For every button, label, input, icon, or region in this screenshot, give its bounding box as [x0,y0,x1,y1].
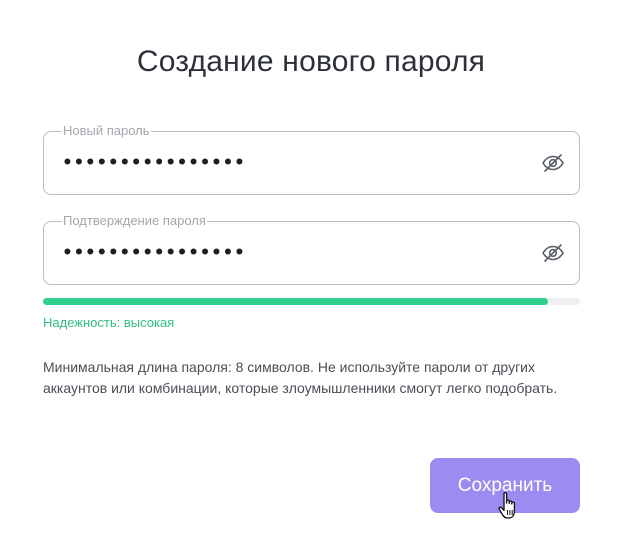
password-strength-text: Надежность: высокая [43,315,175,330]
eye-off-icon[interactable] [541,151,565,175]
page-title: Создание нового пароля [136,45,486,78]
password-strength-fill [43,298,548,305]
create-password-page: Создание нового пароля Новый пароль ••••… [0,0,622,556]
confirm-password-field[interactable]: Подтверждение пароля •••••••••••••••• [43,213,580,285]
password-hint: Минимальная длина пароля: 8 символов. Не… [43,359,558,396]
confirm-password-label: Подтверждение пароля [62,213,207,229]
new-password-field[interactable]: Новый пароль •••••••••••••••• [43,123,580,195]
new-password-label: Новый пароль [62,123,151,139]
confirm-password-value[interactable]: •••••••••••••••• [62,239,245,267]
new-password-value[interactable]: •••••••••••••••• [62,149,245,177]
eye-off-icon[interactable] [541,241,565,265]
password-strength-bar [43,298,580,305]
hand-pointer-icon [498,491,516,519]
